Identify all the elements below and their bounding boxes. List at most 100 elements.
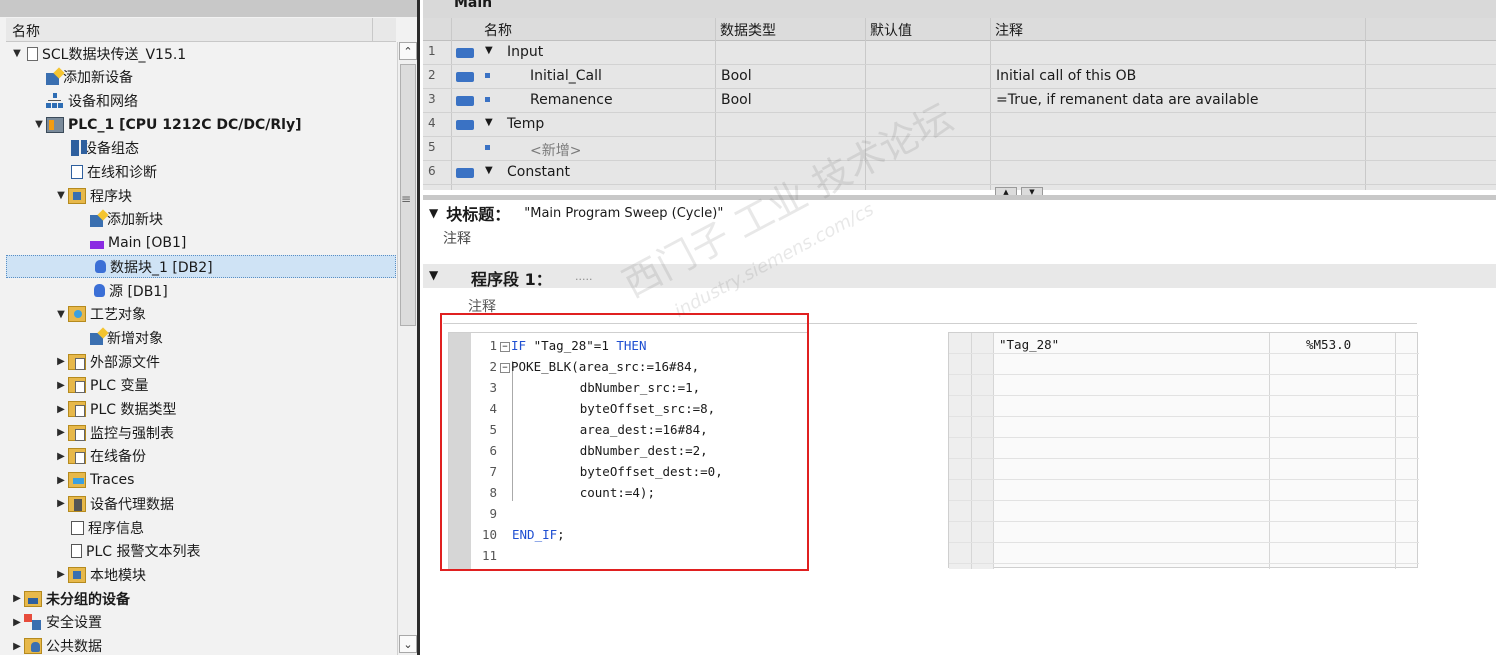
tree-item[interactable]: ▶ 公共数据 [6,635,396,655]
network-comment[interactable]: 注释 [468,296,496,316]
operand-row [949,417,1419,438]
add-device-icon [46,72,59,85]
expand-arrow-icon[interactable]: ▼ [32,118,46,132]
network-collapse-icon[interactable]: ▼ [429,268,438,282]
tree-item[interactable]: PLC 报警文本列表 [6,540,396,563]
document-icon [27,46,38,61]
tree-item[interactable]: ▶ 安全设置 [6,611,396,634]
col-header-default[interactable]: 默认值 [870,20,912,40]
code-line[interactable]: 2− POKE_BLK(area_src:=16#84, [471,356,807,377]
code-line[interactable]: 1− IF "Tag_28"=1 THEN [471,335,807,356]
code-line[interactable]: 6 dbNumber_dest:=2, [471,440,807,461]
collapse-arrow-icon[interactable]: ▶ [54,378,68,392]
collapse-arrow-icon[interactable]: ▶ [54,473,68,487]
tree-item-label: PLC 数据类型 [90,402,177,418]
col-header-datatype[interactable]: 数据类型 [720,20,776,40]
col-header-comment[interactable]: 注释 [995,20,1023,40]
interface-row[interactable]: 5 <新增> [423,137,1496,161]
scroll-down-button[interactable]: ⌄ [399,635,417,653]
interface-name[interactable]: Initial_Call [530,68,602,84]
scl-code-editor[interactable]: 1− IF "Tag_28"=1 THEN 2− POKE_BLK(area_src:… [448,332,808,570]
tree-item[interactable]: ▼ PLC_1 [CPU 1212C DC/DC/Rly] [6,113,396,136]
interface-name[interactable]: Temp [507,116,544,132]
interface-name[interactable]: <新增> [530,140,581,160]
interface-row[interactable]: 1 ▼ Input [423,41,1496,65]
row-number: 6 [428,164,436,178]
collapse-arrow-icon[interactable]: ▶ [54,355,68,369]
collapse-arrow-icon[interactable]: ▶ [54,568,68,582]
row-number: 2 [428,68,436,82]
tree-item[interactable]: 新增对象 [6,326,396,349]
collapse-arrow-icon[interactable]: ▶ [54,426,68,440]
tree-item[interactable]: 设备组态 [6,137,396,160]
section-expand-icon[interactable]: ▼ [485,117,493,128]
code-line[interactable]: 9 [471,503,807,524]
expand-arrow-icon[interactable]: ▼ [10,47,24,61]
interface-datatype[interactable]: Bool [721,68,752,84]
tree-item[interactable]: ▼ 程序块 [6,184,396,207]
expand-arrow-icon[interactable]: ▼ [54,307,68,321]
tree-item[interactable]: ▶ PLC 变量 [6,374,396,397]
interface-row[interactable]: 3 Remanence Bool =True, if remanent data ar… [423,89,1496,113]
section-expand-icon[interactable]: ▼ [485,45,493,56]
tree-item[interactable]: 在线和诊断 [6,161,396,184]
common-data-icon [24,638,42,654]
tree-item[interactable]: 添加新块 [6,208,396,231]
operand-row [949,501,1419,522]
code-line[interactable]: 4 byteOffset_src:=8, [471,398,807,419]
network-icon [46,92,64,109]
section-expand-icon[interactable]: ▼ [485,165,493,176]
interface-name[interactable]: Remanence [530,92,613,108]
tree-scrollbar[interactable]: ⌃ ≡ ⌄ [397,42,417,655]
tree-item[interactable]: ▶ 未分组的设备 [6,587,396,610]
col-header-name[interactable]: 名称 [484,20,512,40]
interface-name[interactable]: Constant [507,164,570,180]
tree-item[interactable]: 源 [DB1] [6,279,396,302]
tree-item[interactable]: 设备和网络 [6,89,396,112]
tree-item[interactable]: ▶ 设备代理数据 [6,492,396,515]
interface-datatype[interactable]: Bool [721,92,752,108]
interface-row[interactable]: 4 ▼ Temp [423,113,1496,137]
block-title-value[interactable]: "Main Program Sweep (Cycle)" [524,206,723,221]
block-comment[interactable]: 注释 [443,228,471,248]
tree-item[interactable]: ▶ 在线备份 [6,445,396,468]
tree-item[interactable]: 程序信息 [6,516,396,539]
collapse-arrow-icon[interactable]: ▶ [10,592,24,606]
collapse-arrow-icon[interactable]: ▶ [54,497,68,511]
code-line[interactable]: 7 byteOffset_dest:=0, [471,461,807,482]
tree-item[interactable]: ▼ 工艺对象 [6,303,396,326]
code-line[interactable]: 11 [471,545,807,566]
fold-toggle-icon[interactable]: − [500,362,510,373]
tree-item-label: PLC_1 [CPU 1212C DC/DC/Rly] [68,116,302,133]
tree-item[interactable]: ▶ PLC 数据类型 [6,398,396,421]
code-line[interactable]: 3 dbNumber_src:=1, [471,377,807,398]
collapse-triangle-icon[interactable]: ▼ [429,206,438,220]
collapse-arrow-icon[interactable]: ▶ [10,639,24,653]
tree-item[interactable]: 数据块_1 [DB2] [6,255,396,279]
interface-splitter[interactable] [423,195,1496,200]
collapse-arrow-icon[interactable]: ▶ [10,615,24,629]
interface-row[interactable]: 2 Initial_Call Bool Initial call of this OB [423,65,1496,89]
interface-name[interactable]: Input [507,44,543,60]
collapse-arrow-icon[interactable]: ▶ [54,402,68,416]
tree-item[interactable]: ▶ Traces [6,469,396,492]
scroll-up-button[interactable]: ⌃ [399,42,417,60]
row-number: 5 [428,140,436,154]
tree-item[interactable]: 添加新设备 [6,66,396,89]
tree-column-header[interactable]: 名称 [6,18,396,42]
collapse-arrow-icon[interactable]: ▶ [54,449,68,463]
network-title[interactable]: ..... [575,270,592,283]
interface-comment[interactable]: =True, if remanent data are available [996,92,1258,108]
interface-comment[interactable]: Initial call of this OB [996,68,1136,84]
code-line[interactable]: 8 count:=4); [471,482,807,503]
expand-arrow-icon[interactable]: ▼ [54,189,68,203]
tree-item[interactable]: Main [OB1] [6,232,396,255]
tree-item[interactable]: ▶ 本地模块 [6,563,396,586]
tree-item[interactable]: ▶ 外部源文件 [6,350,396,373]
code-line[interactable]: 5 area_dest:=16#84, [471,419,807,440]
tree-item[interactable]: ▶ 监控与强制表 [6,421,396,444]
tree-item[interactable]: ▼ SCL数据块传送_V15.1 [6,42,396,65]
code-line[interactable]: 10 END_IF; [471,524,807,545]
interface-row[interactable]: 6 ▼ Constant [423,161,1496,185]
fold-toggle-icon[interactable]: − [500,341,510,352]
